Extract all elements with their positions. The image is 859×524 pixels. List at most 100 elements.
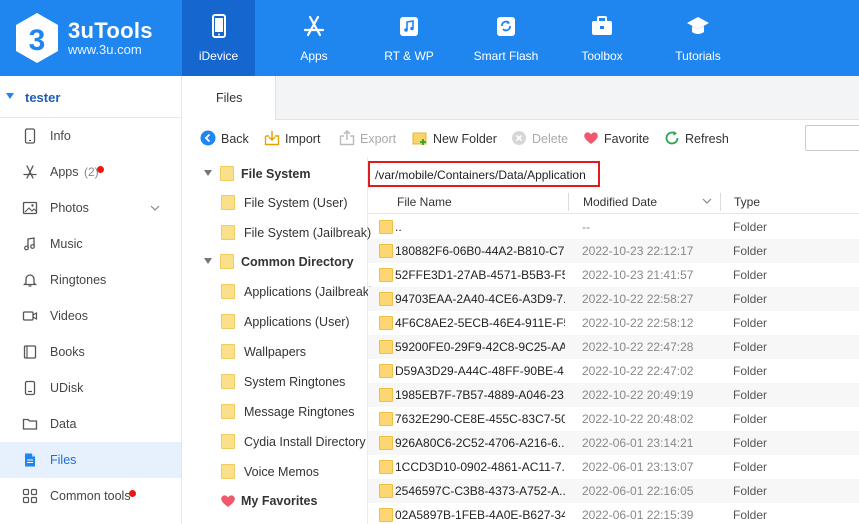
sidebar-item-ringtones[interactable]: Ringtones (0, 262, 181, 298)
tree-node-applications-jailbreak[interactable]: Applications (Jailbreak) (182, 276, 373, 306)
tree-node-my-favorites[interactable]: My Favorites (182, 485, 368, 515)
nav-toolbox[interactable]: Toolbox (566, 0, 638, 76)
sidebar-item-common-tools[interactable]: Common tools (0, 478, 181, 514)
favorite-button[interactable]: Favorite (583, 121, 653, 155)
music-icon (24, 237, 35, 251)
app-name: 3uTools (68, 18, 153, 43)
nav-tutorials[interactable]: Tutorials (662, 0, 734, 76)
tree-node-label: Message Ringtones (244, 405, 355, 419)
table-row[interactable]: D59A3D29-A44C-48FF-90BE-4... 2022-10-22 2… (368, 359, 859, 383)
delete-icon (512, 131, 526, 145)
folder-icon (379, 268, 393, 282)
tree-node-cydia-install-directory[interactable]: Cydia Install Directory (182, 426, 368, 456)
sidebar-item-apps[interactable]: Apps (2) (0, 154, 181, 190)
sidebar-item-videos[interactable]: Videos (0, 298, 181, 334)
sidebar-item-files[interactable]: Files (0, 442, 181, 478)
app-logo[interactable]: 3 3uTools www.3u.com (14, 12, 174, 64)
new-folder-button[interactable]: New Folder (412, 121, 502, 155)
search-input[interactable] (805, 125, 859, 151)
folder-icon (379, 244, 393, 258)
type-cell: Folder (733, 364, 768, 378)
sort-chevron-icon[interactable] (702, 197, 712, 205)
nav-idevice[interactable]: iDevice (182, 0, 255, 76)
heart-icon (221, 495, 235, 507)
sidebar-item-label: Common tools (50, 489, 131, 503)
table-row[interactable]: .. -- Folder (368, 215, 859, 239)
sidebar-item-info[interactable]: Info (0, 118, 181, 154)
sidebar-item-label: Books (50, 345, 85, 359)
sidebar-item-udisk[interactable]: UDisk (0, 370, 181, 406)
table-row[interactable]: 180882F6-06B0-44A2-B810-C7... 2022-10-23 … (368, 239, 859, 263)
modified-date-cell: 2022-10-22 20:49:19 (582, 388, 694, 402)
folder-icon (379, 316, 393, 330)
nav-rt-wp[interactable]: RT & WP (373, 0, 445, 76)
nav-label: Tutorials (675, 49, 721, 63)
table-row[interactable]: 52FFE3D1-27AB-4571-B5B3-F5... 2022-10-23 … (368, 263, 859, 287)
column-divider[interactable] (568, 193, 569, 211)
sidebar-item-label: Music (50, 237, 83, 251)
svg-text:3: 3 (29, 24, 46, 57)
column-header-type[interactable]: Type (734, 195, 760, 209)
back-arrow-icon (200, 130, 216, 146)
nav-smart-flash[interactable]: Smart Flash (470, 0, 542, 76)
file-name-cell: 02A5897B-1FEB-4A0E-B627-34... (395, 508, 565, 522)
file-toolbar: Back Import Export New Folder Delete Fav… (182, 121, 859, 155)
export-button[interactable]: Export (339, 121, 405, 155)
back-button[interactable]: Back (200, 121, 260, 155)
file-name-cell: 52FFE3D1-27AB-4571-B5B3-F5... (395, 268, 565, 282)
file-icon (25, 453, 35, 467)
tab-files[interactable]: Files (182, 76, 276, 120)
delete-button[interactable]: Delete (511, 121, 571, 155)
sidebar-item-label: Files (50, 453, 77, 467)
collapse-triangle-icon (6, 93, 14, 99)
column-header-file-name[interactable]: File Name (397, 195, 452, 209)
sidebar-item-label: UDisk (50, 381, 84, 395)
notification-dot (97, 166, 104, 173)
column-divider[interactable] (720, 193, 721, 211)
device-header[interactable]: tester (0, 76, 181, 118)
file-table-header: File Name Modified Date Type (368, 190, 859, 214)
table-row[interactable]: 4F6C8AE2-5ECB-46E4-911E-F5... 2022-10-22 … (368, 311, 859, 335)
table-row[interactable]: 02A5897B-1FEB-4A0E-B627-34... 2022-06-01 … (368, 503, 859, 524)
photo-icon (22, 201, 38, 215)
tree-node-system-ringtones[interactable]: System Ringtones (182, 366, 368, 396)
file-name-cell: 7632E290-CE8E-455C-83C7-50... (395, 412, 565, 426)
type-cell: Folder (733, 508, 768, 522)
path-field[interactable]: /var/mobile/Containers/Data/Application (368, 161, 600, 187)
tree-node-applications-user[interactable]: Applications (User) (182, 306, 368, 336)
folder-icon (221, 404, 235, 419)
import-button[interactable]: Import (264, 121, 330, 155)
table-row[interactable]: 1985EB7F-7B57-4889-A046-23... 2022-10-22 … (368, 383, 859, 407)
tree-node-message-ringtones[interactable]: Message Ringtones (182, 396, 368, 426)
table-row[interactable]: 94703EAA-2A40-4CE6-A3D9-7... 2022-10-22 2… (368, 287, 859, 311)
tree-node-common-directory[interactable]: Common Directory (182, 246, 368, 276)
tree-node-file-system-jailbreak[interactable]: File System (Jailbreak) (182, 217, 371, 247)
table-row[interactable]: 59200FE0-29F9-42C8-9C25-AA... 2022-10-22 … (368, 335, 859, 359)
export-icon (339, 130, 355, 146)
table-row[interactable]: 2546597C-C3B8-4373-A752-A... 2022-06-01 2… (368, 479, 859, 503)
chevron-down-icon[interactable] (150, 203, 160, 213)
folder-icon (221, 374, 235, 389)
tree-node-label: System Ringtones (244, 375, 346, 389)
sidebar-item-photos[interactable]: Photos (0, 190, 181, 226)
tree-node-wallpapers[interactable]: Wallpapers (182, 336, 368, 366)
sidebar-item-music[interactable]: Music (0, 226, 181, 262)
refresh-button[interactable]: Refresh (664, 121, 729, 155)
table-row[interactable]: 7632E290-CE8E-455C-83C7-50... 2022-10-22 … (368, 407, 859, 431)
expand-triangle-icon[interactable] (204, 258, 212, 264)
sidebar-item-books[interactable]: Books (0, 334, 181, 370)
type-cell: Folder (733, 292, 768, 306)
expand-triangle-icon[interactable] (204, 170, 212, 176)
column-header-modified-date[interactable]: Modified Date (583, 195, 657, 209)
sidebar-item-label: Apps (50, 165, 79, 179)
table-row[interactable]: 1CCD3D10-0902-4861-AC11-7... 2022-06-01 2… (368, 455, 859, 479)
apps-icon (23, 165, 37, 179)
sidebar-item-data[interactable]: Data (0, 406, 181, 442)
file-name-cell: 926A80C6-2C52-4706-A216-6... (395, 436, 565, 450)
nav-apps[interactable]: Apps (278, 0, 350, 76)
tree-node-voice-memos[interactable]: Voice Memos (182, 456, 368, 486)
table-row[interactable]: 926A80C6-2C52-4706-A216-6... 2022-06-01 2… (368, 431, 859, 455)
type-cell: Folder (733, 220, 768, 234)
tree-node-file-system[interactable]: File System (182, 158, 368, 188)
tree-node-file-system-user[interactable]: File System (User) (182, 187, 368, 217)
